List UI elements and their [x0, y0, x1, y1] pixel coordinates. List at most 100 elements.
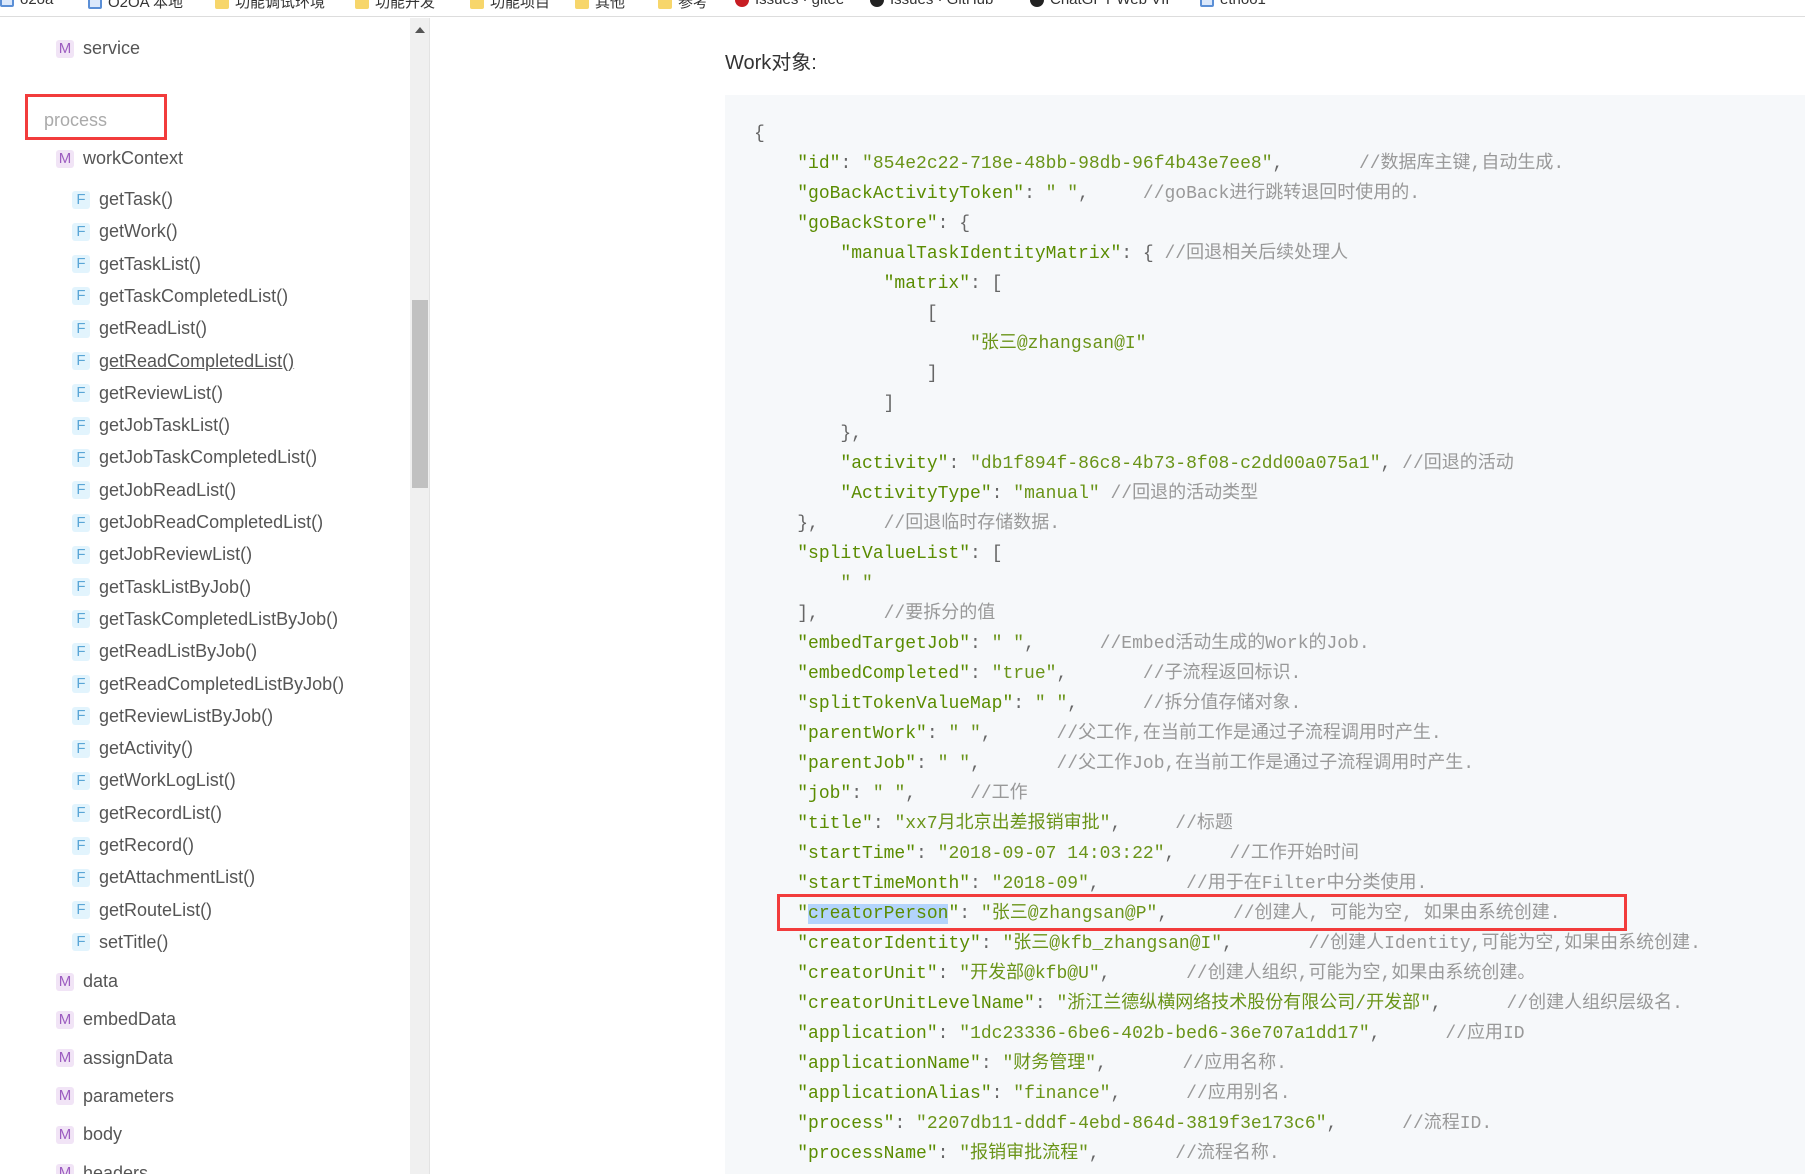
member-icon: M: [56, 1164, 74, 1174]
code-token: "process": [797, 1114, 895, 1134]
code-token: ,: [980, 724, 1057, 744]
function-icon: F: [72, 190, 90, 209]
sidebar-function-item[interactable]: FgetRouteList(): [72, 900, 212, 921]
code-comment: //goBack进行跳转退回时使用的.: [1142, 184, 1421, 204]
code-token: :: [840, 154, 863, 174]
bookmark[interactable]: ChatGPT Web VIP: [1030, 0, 1175, 8]
code-comment: //用于在Filter中分类使用.: [1186, 874, 1428, 894]
sidebar-function-item[interactable]: FsetTitle(): [72, 932, 168, 953]
code-token: },: [754, 424, 863, 444]
code-comment: //创建人组织,可能为空,如果由系统创建。: [1186, 964, 1536, 984]
bookmark[interactable]: 其他: [575, 0, 625, 12]
sidebar-item-parameters[interactable]: Mparameters: [56, 1086, 174, 1107]
function-icon: F: [72, 352, 90, 370]
bookmark[interactable]: ethoo1: [1200, 0, 1266, 8]
code-token: :: [937, 964, 960, 984]
code-line: "creatorUnit": "开发部@kfb@U", //创建人组织,可能为空…: [754, 959, 1701, 989]
code-token: "2207db11-dddf-4ebd-864d-3819f3e173c6": [916, 1114, 1327, 1134]
code-token: : [: [970, 544, 1003, 564]
code-comment: //标题: [1175, 814, 1233, 834]
sidebar-function-item[interactable]: FgetReadCompletedListByJob(): [72, 674, 344, 695]
code-line: "splitTokenValueMap": " ", //拆分值存储对象.: [754, 689, 1701, 719]
code-token: "2018-09": [991, 874, 1089, 894]
code-line: "applicationAlias": "finance", //应用别名.: [754, 1079, 1701, 1109]
sidebar-function-item[interactable]: FgetRecordList(): [72, 803, 222, 824]
sidebar-function-item[interactable]: FgetJobReadCompletedList(): [72, 512, 323, 533]
code-line: [: [754, 299, 1701, 329]
sidebar-function-item[interactable]: FgetTaskCompletedListByJob(): [72, 609, 338, 630]
sidebar-function-item[interactable]: FgetReadListByJob(): [72, 641, 257, 662]
code-comment: //工作开始时间: [1229, 844, 1359, 864]
sidebar-function-item[interactable]: FgetReadList(): [72, 318, 207, 339]
code-token: :: [970, 874, 992, 894]
code-token: {: [754, 124, 765, 144]
bookmark[interactable]: Issues · gitee: [735, 0, 844, 8]
sidebar-function-item[interactable]: FgetActivity(): [72, 738, 193, 759]
code-line: "parentJob": " ", //父工作Job,在当前工作是通过子流程调用…: [754, 749, 1701, 779]
gh-icon: [870, 0, 884, 7]
function-icon: F: [72, 513, 90, 532]
sidebar-item-body[interactable]: Mbody: [56, 1124, 122, 1145]
code-line: "creatorIdentity": "张三@kfb_zhangsan@I", …: [754, 929, 1701, 959]
code-token: " ": [1045, 184, 1079, 204]
code-token: " ": [948, 724, 981, 744]
bookmark[interactable]: 功能调试环境: [215, 0, 325, 12]
bookmark[interactable]: 功能开发: [355, 0, 435, 12]
bookmark[interactable]: O2OA 本地: [88, 0, 183, 12]
member-icon: M: [56, 1010, 74, 1029]
sidebar-item-embeddata[interactable]: MembedData: [56, 1009, 176, 1030]
bookmark[interactable]: Issues · GitHub: [870, 0, 993, 8]
sidebar-function-item[interactable]: FgetJobReviewList(): [72, 544, 252, 565]
sidebar-function-item[interactable]: FgetTask(): [72, 189, 173, 210]
sidebar-function-item[interactable]: FgetAttachmentList(): [72, 867, 255, 888]
code-comment: //创建人组织层级名.: [1506, 994, 1683, 1014]
code-token: "manualTaskIdentityMatrix": [840, 244, 1122, 264]
code-comment: //应用别名.: [1186, 1084, 1291, 1104]
code-comment: //Embed活动生成的Work的Job.: [1099, 634, 1370, 654]
code-line: "goBackStore": {: [754, 209, 1701, 239]
code-token: :: [970, 664, 992, 684]
gh-icon: [1030, 0, 1044, 7]
sidebar-item-workcontext[interactable]: M workContext: [56, 148, 183, 169]
bookmark[interactable]: o2oa: [0, 0, 53, 8]
sidebar-function-item[interactable]: FgetTaskCompletedList(): [72, 286, 288, 307]
code-token: ,: [1088, 1144, 1176, 1164]
bookmark[interactable]: 参考: [658, 0, 708, 12]
sidebar-function-item[interactable]: FgetReviewListByJob(): [72, 706, 273, 727]
sidebar-function-item[interactable]: FgetReadCompletedList(): [72, 351, 294, 372]
function-icon: F: [72, 868, 90, 887]
scroll-thumb[interactable]: [412, 300, 428, 488]
function-icon: F: [72, 255, 90, 274]
bookmark[interactable]: 功能项目: [470, 0, 550, 12]
sidebar-function-item[interactable]: FgetRecord(): [72, 835, 194, 856]
sidebar-function-item[interactable]: FgetWorkLogList(): [72, 770, 236, 791]
sidebar-item-headers[interactable]: Mheaders: [56, 1163, 148, 1174]
scroll-up-icon[interactable]: [415, 27, 425, 33]
sidebar-function-item[interactable]: FgetReviewList(): [72, 383, 223, 404]
code-token: ]: [754, 394, 895, 414]
code-comment: //拆分值存储对象.: [1142, 694, 1302, 714]
sidebar-item-data[interactable]: Mdata: [56, 971, 118, 992]
sidebar-function-item[interactable]: FgetTaskList(): [72, 254, 201, 275]
sidebar-function-item[interactable]: FgetTaskListByJob(): [72, 577, 251, 598]
function-icon: F: [72, 675, 90, 693]
code-token: :: [937, 1144, 960, 1164]
sidebar-function-item[interactable]: FgetJobTaskCompletedList(): [72, 447, 317, 468]
sidebar-function-item[interactable]: FgetWork(): [72, 221, 178, 242]
sidebar-function-item[interactable]: FgetJobReadList(): [72, 480, 236, 501]
sidebar-scrollbar[interactable]: [410, 18, 430, 1174]
function-icon: F: [72, 804, 90, 823]
code-token: "854e2c22-718e-48bb-98db-96f4b43e7ee8": [862, 154, 1273, 174]
page-icon: [88, 0, 102, 9]
sidebar-item-service[interactable]: M service: [56, 38, 140, 59]
code-line: " ": [754, 569, 1701, 599]
code-token: ,: [1110, 814, 1176, 834]
sidebar-function-item[interactable]: FgetJobTaskList(): [72, 415, 230, 436]
sidebar-item-assigndata[interactable]: MassignData: [56, 1048, 173, 1069]
